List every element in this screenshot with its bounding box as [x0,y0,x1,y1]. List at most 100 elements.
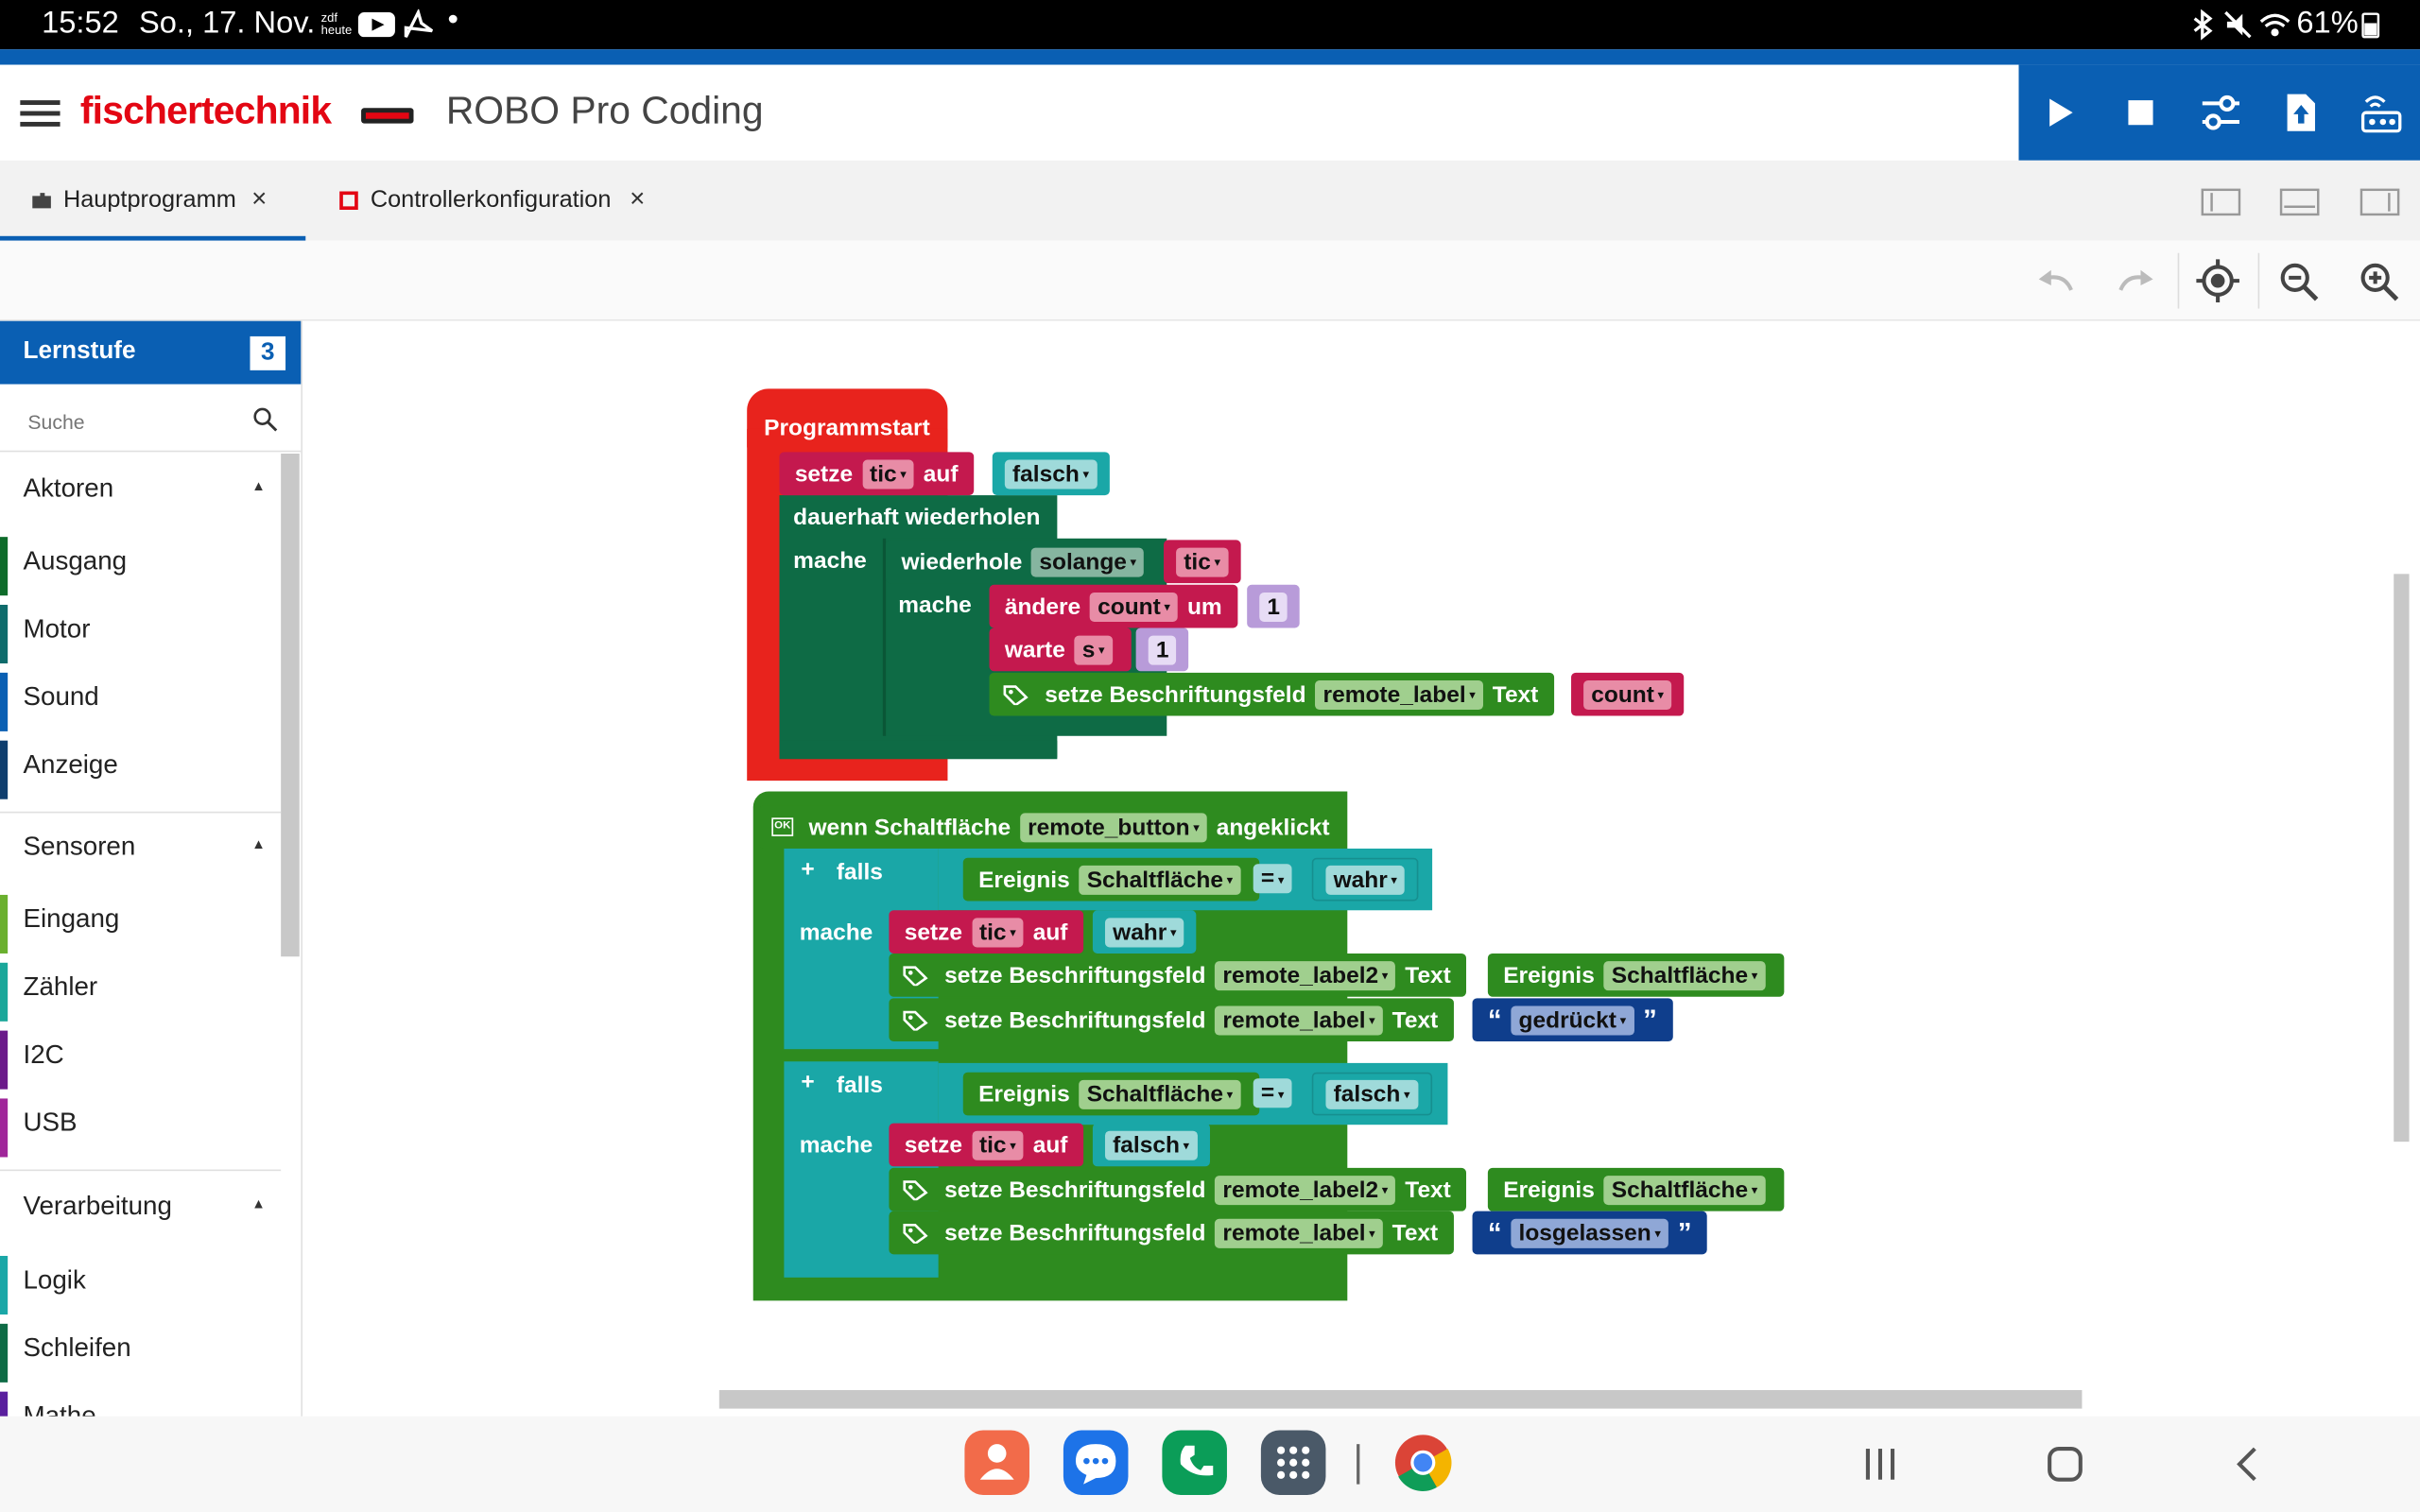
var-dropdown[interactable]: count [1583,679,1672,710]
category-logik[interactable]: Logik [0,1249,281,1317]
bool-true-block[interactable]: wahr [1311,857,1419,902]
tab-controllerkonfiguration[interactable]: Controllerkonfiguration × [324,161,664,241]
string-field[interactable]: losgelassen [1511,1217,1669,1247]
category-i2c[interactable]: I2C [0,1024,281,1092]
layout-left-panel-icon[interactable] [2201,188,2241,216]
back-icon[interactable] [2232,1446,2263,1483]
number-block[interactable]: 1 [1135,627,1189,672]
redo-icon[interactable] [2115,266,2158,297]
var-tic-block[interactable]: tic [1164,540,1241,584]
operator-dropdown[interactable]: = [1253,864,1292,894]
search-icon[interactable] [253,407,278,432]
mode-dropdown[interactable]: solange [1031,546,1145,576]
string-block[interactable]: “ losgelassen ” [1472,1211,1707,1255]
category-schleifen[interactable]: Schleifen [0,1317,281,1385]
var-dropdown[interactable]: tic [971,917,1024,947]
var-dropdown[interactable]: tic [1176,546,1229,576]
set-label-block[interactable]: setze Beschriftungsfeldremote_labelText [889,1211,1454,1255]
undo-icon[interactable] [2034,266,2078,297]
event-property-block[interactable]: Ereignis Schaltfläche [962,857,1259,902]
set-label-block[interactable]: setze Beschriftungsfeldremote_label2Text [889,1167,1467,1211]
bool-dropdown[interactable]: wahr [1325,865,1406,895]
event-property-block[interactable]: Ereignis Schaltfläche [1487,953,1785,997]
bool-dropdown[interactable]: falsch [1325,1079,1418,1109]
label-dropdown[interactable]: remote_label [1315,679,1484,710]
bool-true-block[interactable]: wahr [1092,910,1197,954]
change-count-block[interactable]: änderecountum [989,584,1238,628]
section-aktoren[interactable]: Aktoren ▲ [0,454,281,527]
var-dropdown[interactable]: count [1089,592,1179,622]
string-block[interactable]: “ gedrückt ” [1472,998,1673,1042]
number-field[interactable]: 1 [1148,634,1177,664]
chrome-app-icon[interactable] [1391,1430,1456,1495]
center-target-icon[interactable] [2196,259,2239,302]
property-dropdown[interactable]: Schaltfläche [1079,1079,1241,1109]
level-selector[interactable]: Lernstufe 3 [0,320,302,385]
property-dropdown[interactable]: Schaltfläche [1079,865,1241,895]
bool-dropdown[interactable]: falsch [1104,1129,1198,1160]
set-label-block[interactable]: setze Beschriftungsfeldremote_labelText [989,672,1554,716]
set-tic-block[interactable]: setzeticauf [889,1123,1083,1167]
tab-close-icon[interactable]: × [630,183,645,215]
section-verarbeitung[interactable]: Verarbeitung ▲ [0,1171,281,1245]
category-sound[interactable]: Sound [0,666,281,734]
number-block[interactable]: 1 [1247,584,1301,628]
category-motor[interactable]: Motor [0,598,281,666]
search-input[interactable] [6,391,278,451]
controller-button[interactable] [2342,65,2420,161]
tab-close-icon[interactable]: × [251,183,267,215]
zoom-out-icon[interactable] [2279,263,2319,302]
vertical-scrollbar[interactable] [2394,574,2410,1143]
category-usb[interactable]: USB [0,1092,281,1160]
var-dropdown[interactable]: tic [861,458,915,489]
sidebar-scrollbar[interactable] [281,453,300,957]
stop-button[interactable] [2100,65,2181,161]
bool-false-block[interactable]: falsch [1092,1123,1210,1167]
settings-button[interactable] [2181,65,2261,161]
category-zaehler[interactable]: Zähler [0,956,281,1024]
string-field[interactable]: gedrückt [1511,1005,1634,1035]
if-plus-icon[interactable]: + [801,1069,814,1095]
wait-block[interactable]: warte s [989,627,1132,672]
bool-false-block[interactable]: falsch [1311,1072,1432,1116]
event-property-block[interactable]: Ereignis Schaltfläche [962,1072,1259,1116]
set-label-block[interactable]: setze Beschriftungsfeldremote_labelText [889,998,1454,1042]
home-icon[interactable] [2047,1446,2083,1483]
app-drawer-icon[interactable] [1260,1430,1326,1496]
layout-right-panel-icon[interactable] [2360,188,2400,216]
upload-button[interactable] [2261,65,2342,161]
category-mathe[interactable]: Mathe [0,1385,281,1417]
var-dropdown[interactable]: tic [971,1129,1024,1160]
property-dropdown[interactable]: Schaltfläche [1603,960,1766,990]
section-sensoren[interactable]: Sensoren ▲ [0,812,281,885]
layout-bottom-panel-icon[interactable] [2279,188,2320,216]
label-dropdown[interactable]: remote_label [1215,1217,1383,1247]
category-ausgang[interactable]: Ausgang [0,531,281,599]
unit-dropdown[interactable]: s [1074,634,1113,664]
var-count-block[interactable]: count [1571,672,1685,716]
event-property-block[interactable]: Ereignis Schaltfläche [1487,1167,1785,1211]
set-tic-block[interactable]: setzeticauf [889,910,1083,954]
bool-false-block[interactable]: falsch [992,452,1110,496]
property-dropdown[interactable]: Schaltfläche [1603,1175,1766,1205]
label-dropdown[interactable]: remote_label [1215,1005,1383,1035]
category-eingang[interactable]: Eingang [0,888,281,956]
button-dropdown[interactable]: remote_button [1019,812,1207,842]
tab-hauptprogramm[interactable]: Hauptprogramm × [0,161,306,241]
horizontal-scrollbar[interactable] [718,1390,2083,1409]
set-tic-block[interactable]: setzeticauf [779,452,974,496]
run-button[interactable] [2020,65,2100,161]
set-label-block[interactable]: setze Beschriftungsfeldremote_label2Text [889,953,1467,997]
label-dropdown[interactable]: remote_label2 [1215,1175,1396,1205]
contacts-app-icon[interactable] [964,1430,1029,1496]
messages-app-icon[interactable] [1063,1430,1129,1496]
hamburger-menu-icon[interactable] [20,98,60,129]
bool-dropdown[interactable]: wahr [1104,917,1184,947]
number-field[interactable]: 1 [1259,592,1288,622]
workspace-canvas[interactable]: Programmstart dauerhaft wiederholen mach… [302,320,2420,1417]
zoom-in-icon[interactable] [2360,263,2399,302]
bool-dropdown[interactable]: falsch [1004,458,1098,489]
operator-dropdown[interactable]: = [1253,1078,1292,1108]
if-plus-icon[interactable]: + [801,856,814,883]
label-dropdown[interactable]: remote_label2 [1215,960,1396,990]
